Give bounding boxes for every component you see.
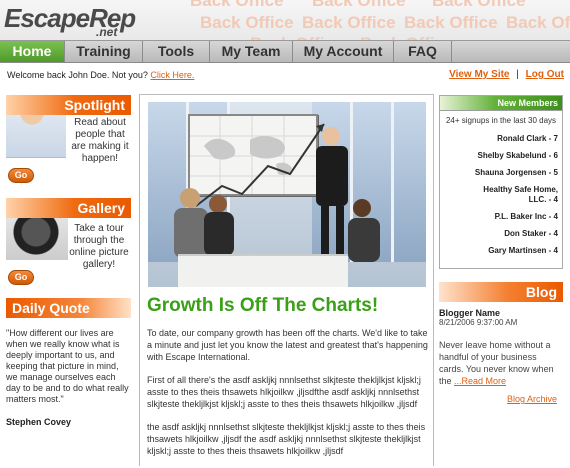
daily-quote-author: Stephen Covey <box>6 417 72 427</box>
watermark-text: Back Office <box>302 13 396 32</box>
article-paragraph: First of all there's the asdf askljkj nn… <box>147 375 421 409</box>
new-members-list: Ronald Clark - 7 Shelby Skabelund - 6 Sh… <box>440 134 562 256</box>
welcome-message: Welcome back John Doe. Not you? Click He… <box>7 70 194 80</box>
view-my-site-link[interactable]: View My Site <box>449 69 509 80</box>
tab-training[interactable]: Training <box>65 41 143 62</box>
tab-my-account[interactable]: My Account <box>293 41 394 62</box>
blog-archive-link[interactable]: Blog Archive <box>439 394 563 404</box>
logo-suffix: .net <box>96 25 118 39</box>
watermark-text: Back Office <box>506 13 570 32</box>
new-member-item: Ronald Clark - 7 <box>497 134 558 143</box>
watermark-text: Back Office <box>312 0 406 10</box>
gallery-box: Gallery Take a tour through the online p… <box>6 198 131 296</box>
gallery-go-button[interactable]: Go <box>8 270 34 285</box>
watermark-text: Back Office <box>404 13 498 32</box>
site-logo[interactable]: EscapeRep .net <box>4 3 136 39</box>
gallery-text: Take a tour through the online picture g… <box>69 223 129 270</box>
tab-tools[interactable]: Tools <box>143 41 210 62</box>
main-content: Growth Is Off The Charts! To date, our c… <box>139 94 434 466</box>
right-column: New Members 24+ signups in the last 30 d… <box>439 95 563 404</box>
hero-image <box>148 102 426 287</box>
tab-faq[interactable]: FAQ <box>394 41 452 62</box>
watermark-text: Back Office <box>432 0 526 10</box>
daily-quote-box: Daily Quote "How different our lives are… <box>6 298 131 427</box>
new-member-item: Don Staker - 4 <box>504 229 558 238</box>
watermark-text: Back Office <box>190 0 284 10</box>
daily-quote-title: Daily Quote <box>6 298 131 318</box>
header: Back Office Back Office Back Office Back… <box>0 0 570 40</box>
logout-link[interactable]: Log Out <box>526 69 564 80</box>
blog-excerpt: Never leave home without a handful of yo… <box>439 339 563 387</box>
new-members-title: New Members <box>440 96 562 111</box>
tab-home[interactable]: Home <box>0 41 65 62</box>
main-nav: Home Training Tools My Team My Account F… <box>0 40 570 63</box>
new-members-box: New Members 24+ signups in the last 30 d… <box>439 95 563 269</box>
spotlight-box: Spotlight Read about people that are mak… <box>6 95 131 190</box>
blog-title: Blog <box>439 282 563 302</box>
gallery-title: Gallery <box>6 198 131 218</box>
spotlight-go-button[interactable]: Go <box>8 168 34 183</box>
new-member-item: Shauna Jorgensen - 5 <box>474 168 558 177</box>
meeting-table <box>178 254 348 287</box>
signups-count: 24+ signups in the last 30 days <box>445 116 557 125</box>
daily-quote-text: "How different our lives are when we rea… <box>6 328 129 404</box>
link-separator: | <box>516 69 519 80</box>
left-column: Spotlight Read about people that are mak… <box>6 95 131 427</box>
new-member-item: Healthy Safe Home, LLC. - 4 <box>483 185 558 204</box>
blog-author: Blogger Name <box>439 308 501 318</box>
spotlight-text: Read about people that are making it hap… <box>71 117 129 164</box>
not-you-link[interactable]: Click Here. <box>150 70 194 80</box>
new-member-item: P.L. Baker Inc - 4 <box>494 212 558 221</box>
article-headline: Growth Is Off The Charts! <box>147 295 379 316</box>
blog-date: 8/21/2006 9:37:00 AM <box>439 318 518 327</box>
new-member-item: Gary Martinsen - 4 <box>488 246 558 255</box>
article-paragraph: the asdf askljkj nnnlsethst slkjteste th… <box>147 422 426 456</box>
top-links: View My Site | Log Out <box>449 69 564 80</box>
welcome-text: Welcome back John Doe. Not you? <box>7 70 148 80</box>
read-more-link[interactable]: ...Read More <box>454 376 506 386</box>
article-paragraph: To date, our company growth has been off… <box>147 328 428 362</box>
tab-my-team[interactable]: My Team <box>210 41 293 62</box>
spotlight-title: Spotlight <box>6 95 131 115</box>
article-body: To date, our company growth has been off… <box>147 327 429 468</box>
watermark-text: Back Office <box>200 13 294 32</box>
new-member-item: Shelby Skabelund - 6 <box>477 151 558 160</box>
